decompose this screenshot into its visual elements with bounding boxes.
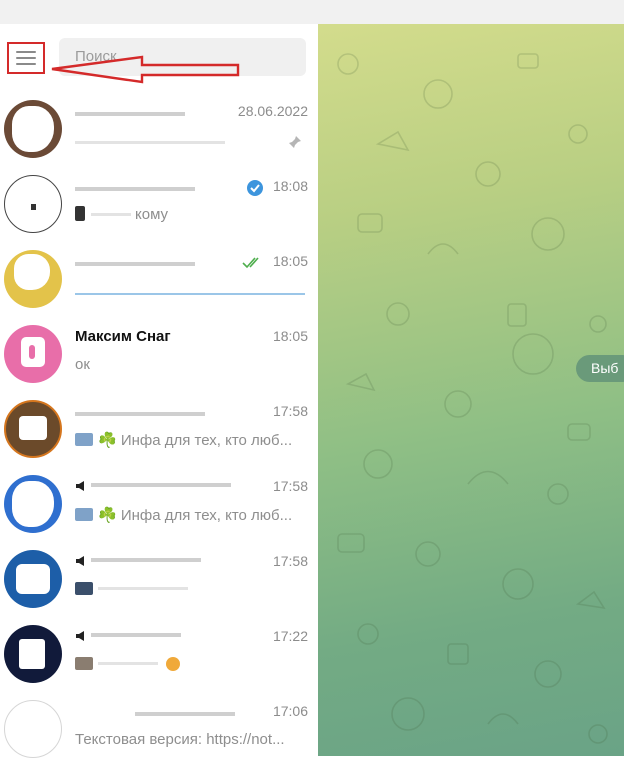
media-thumbnail — [75, 508, 93, 521]
chat-preview: кому — [75, 206, 307, 226]
phone-emoji-icon — [75, 206, 85, 221]
chat-time: 17:58 — [272, 403, 308, 419]
chat-preview: ☘️ Инфа для тех, кто люб... — [75, 431, 307, 451]
chat-preview: ☘️ Инфа для тех, кто люб... — [75, 506, 307, 526]
select-chat-hint: Выб — [576, 355, 624, 382]
chat-time: 18:08 — [272, 178, 308, 194]
avatar — [4, 400, 62, 458]
chat-title — [75, 178, 245, 196]
avatar — [4, 325, 62, 383]
chat-time: 28.06.2022 — [237, 103, 308, 119]
pin-icon — [289, 136, 301, 148]
avatar — [4, 625, 62, 683]
chat-list-item[interactable]: 17:58 ☘️ Инфа для тех, кто люб... — [0, 470, 318, 545]
chat-time: 17:58 — [272, 553, 308, 569]
chat-title — [75, 103, 245, 121]
emoji-icon — [166, 657, 180, 671]
menu-line-icon — [16, 63, 36, 65]
annotation-arrow — [51, 55, 240, 84]
chat-title — [75, 553, 245, 571]
chat-preview — [75, 131, 307, 151]
avatar — [4, 550, 62, 608]
chat-title: Максим Снаг — [75, 328, 171, 345]
media-thumbnail — [75, 433, 93, 446]
avatar-mask — [12, 481, 54, 527]
chat-title — [75, 703, 245, 721]
chat-list-item[interactable]: 18:08 кому — [0, 170, 318, 245]
chat-list-item[interactable]: 18:05 — [0, 245, 318, 320]
window-top-bar — [0, 0, 624, 24]
avatar — [4, 475, 62, 533]
chat-list-item[interactable]: 17:58 ☘️ Инфа для тех, кто люб... — [0, 395, 318, 470]
channel-icon — [76, 631, 84, 641]
channel-icon — [76, 556, 84, 566]
chat-title — [75, 478, 245, 496]
chat-list-item[interactable]: 17:22 — [0, 620, 318, 695]
chat-preview — [75, 281, 307, 301]
menu-line-icon — [16, 57, 36, 59]
chat-list-item[interactable]: 28.06.2022 — [0, 95, 318, 170]
doodle-pattern — [337, 53, 608, 744]
chat-preview — [75, 656, 307, 676]
chat-time: 18:05 — [272, 253, 308, 269]
chat-preview — [75, 581, 307, 601]
chat-time: 17:22 — [272, 628, 308, 644]
avatar — [4, 175, 62, 233]
media-thumbnail — [75, 657, 93, 670]
avatar — [4, 100, 62, 158]
chat-preview: ок — [75, 356, 90, 373]
chat-list-item[interactable]: Максим Снаг 18:05 ок — [0, 320, 318, 668]
avatar-mask — [12, 106, 54, 152]
chat-time: 17:58 — [272, 478, 308, 494]
avatar — [4, 700, 62, 758]
menu-line-icon — [16, 51, 36, 53]
avatar-mask — [14, 254, 50, 290]
media-thumbnail — [75, 582, 93, 595]
channel-icon — [76, 481, 84, 491]
chat-preview: Текстовая версия: https://not... — [75, 731, 285, 748]
chat-time: 18:05 — [272, 328, 308, 344]
chat-title — [75, 253, 245, 271]
hamburger-menu-button[interactable] — [7, 42, 45, 74]
verified-badge-icon — [247, 180, 263, 196]
read-checkmarks-icon — [242, 257, 259, 269]
chat-title — [75, 628, 245, 646]
avatar — [4, 250, 62, 308]
chat-list-item[interactable]: 17:06 Текстовая версия: https://not... — [0, 695, 318, 770]
chat-list-item[interactable]: 17:58 — [0, 545, 318, 620]
chat-background — [318, 24, 624, 756]
chat-time: 17:06 — [272, 703, 308, 719]
chat-title — [75, 403, 245, 421]
